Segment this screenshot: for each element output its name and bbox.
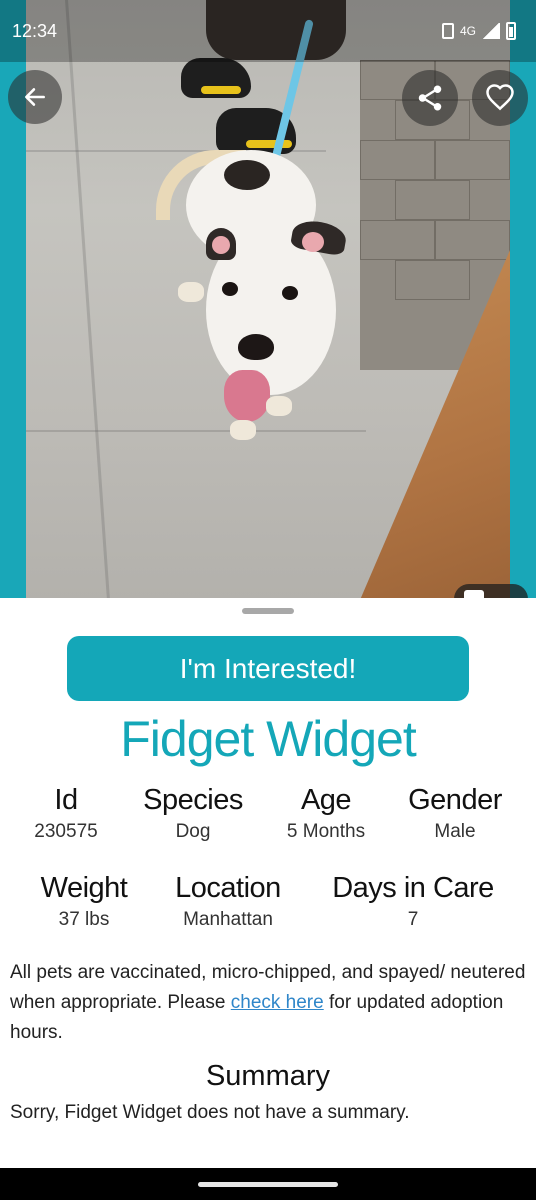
share-button[interactable] [402,70,458,126]
stat-value: Dog [175,821,211,842]
stat-weight: Weight 37 lbs [24,872,144,931]
back-button[interactable] [8,70,62,124]
home-gesture-handle[interactable] [198,1182,338,1187]
stat-label: Gender [408,784,502,816]
interested-button[interactable]: I'm Interested! [67,636,469,701]
pet-name: Fidget Widget [120,711,416,767]
stat-label: Age [300,784,352,816]
check-here-link[interactable]: check here [231,992,324,1013]
stat-value: 7 [407,909,419,930]
pet-photo-area[interactable]: 12:34 4G [0,0,536,600]
stat-value: 230575 [34,821,98,842]
heart-outline-icon [486,84,514,111]
stat-label: Weight [40,872,128,904]
battery-icon [506,22,516,40]
status-icons: 4G [441,22,516,40]
status-bar: 12:34 4G [0,0,536,62]
stat-value: Male [434,821,476,842]
stat-age: Age 5 Months [270,784,382,843]
stat-species: Species Dog [132,784,254,843]
network-label: 4G [459,24,476,38]
stat-value: 37 lbs [58,909,110,930]
stat-label: Id [54,784,78,816]
favorite-button[interactable] [472,70,528,126]
stat-gender: Gender Male [396,784,514,843]
sheet-drag-handle[interactable] [242,608,294,614]
adoption-note: All pets are vaccinated, micro-chipped, … [10,958,526,1048]
arrow-left-icon [25,88,45,106]
stat-value: Manhattan [183,909,273,930]
status-time: 12:34 [12,20,58,41]
stat-label: Location [175,872,281,904]
stat-days-in-care: Days in Care 7 [316,872,510,931]
vibrate-icon [441,23,454,39]
summary-text: Sorry, Fidget Widget does not have a sum… [10,1102,410,1123]
summary-heading: Summary [205,1060,331,1092]
dog-nose [238,334,274,360]
signal-icon [482,23,500,39]
share-icon [418,85,442,111]
pet-details-sheet: I'm Interested! Fidget Widget Id 230575 … [0,598,536,1168]
stat-label: Species [143,784,243,816]
stat-value: 5 Months [286,821,366,842]
dog-tongue [224,370,270,422]
stat-location: Location Manhattan [160,872,296,931]
stat-label: Days in Care [332,872,494,904]
stat-id: Id 230575 [16,784,116,843]
navigation-bar [0,1168,536,1200]
